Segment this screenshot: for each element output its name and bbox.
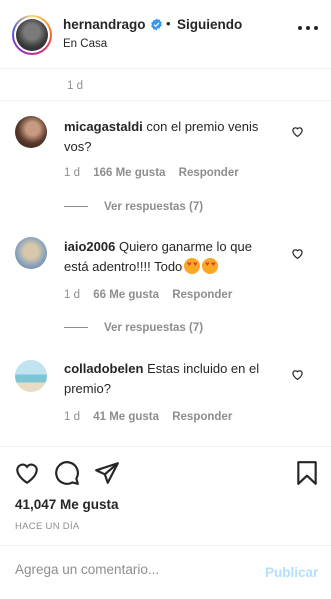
divider: [0, 100, 331, 101]
comment-text: micagastaldi con el premio venis vos?: [64, 117, 279, 157]
post-location[interactable]: En Casa: [63, 38, 107, 50]
author-avatar[interactable]: [12, 15, 52, 55]
commenter-username[interactable]: micagastaldi: [64, 119, 143, 134]
more-icon[interactable]: [297, 25, 319, 31]
comment-body: con el premio venis: [146, 119, 259, 134]
view-replies-button[interactable]: Ver respuestas (7): [64, 322, 203, 334]
comment-icon[interactable]: [54, 460, 80, 486]
commenter-username[interactable]: iaio2006: [64, 239, 115, 254]
comment-body: Estas incluido en el: [147, 361, 260, 376]
comment-age: 1 d: [64, 411, 80, 423]
star-eyes-emoji-icon: [184, 258, 201, 274]
commenter-username[interactable]: colladobelen: [64, 361, 143, 376]
add-comment-input[interactable]: [15, 562, 250, 577]
comment-age: 1 d: [64, 167, 80, 179]
reply-button[interactable]: Responder: [172, 289, 232, 301]
following-button[interactable]: Siguiendo: [177, 17, 242, 32]
comment-age: 1 d: [67, 80, 83, 92]
author-username[interactable]: hernandrago: [63, 17, 146, 32]
heart-icon[interactable]: [291, 125, 304, 138]
comment-meta: 1 d 41 Me gusta Responder: [64, 411, 242, 423]
comment-likes[interactable]: 166 Me gusta: [93, 167, 165, 179]
bookmark-icon[interactable]: [294, 460, 320, 486]
share-icon[interactable]: [94, 460, 120, 486]
header-separator: •: [166, 16, 171, 31]
post-timestamp: HACE UN DÍA: [15, 521, 80, 532]
replies-line: [64, 327, 88, 329]
comment-meta: 1 d 166 Me gusta Responder: [64, 167, 249, 179]
commenter-avatar[interactable]: [15, 237, 47, 269]
view-replies-label: Ver respuestas (7): [104, 201, 204, 213]
like-post-heart-icon[interactable]: [14, 460, 40, 486]
comment-body: premio?: [64, 381, 111, 396]
comment-body: Quiero ganarme lo que: [118, 239, 252, 254]
view-replies-button[interactable]: Ver respuestas (7): [64, 201, 203, 213]
comment-meta: 1 d 66 Me gusta Responder: [64, 289, 242, 301]
comment-likes[interactable]: 41 Me gusta: [93, 411, 159, 423]
comment-body: vos?: [64, 139, 92, 154]
reply-button[interactable]: Responder: [172, 411, 232, 423]
post-header: hernandrago • Siguiendo En Casa: [0, 0, 331, 69]
post-likes-count[interactable]: 41,047 Me gusta: [15, 497, 119, 512]
commenter-avatar[interactable]: [15, 116, 47, 148]
reply-button[interactable]: Responder: [179, 167, 239, 179]
star-eyes-emoji-icon: [202, 258, 219, 274]
comment-body: está adentro!!!! Todo: [64, 259, 183, 274]
heart-icon[interactable]: [291, 368, 304, 381]
view-replies-label: Ver respuestas (7): [104, 322, 204, 334]
author-avatar-image: [16, 19, 48, 51]
comment-age: 1 d: [64, 289, 80, 301]
divider: [0, 545, 331, 546]
comment-text: colladobelen Estas incluido en el premio…: [64, 359, 279, 399]
publish-button[interactable]: Publicar: [265, 565, 318, 580]
heart-icon[interactable]: [291, 247, 304, 260]
comment-likes[interactable]: 66 Me gusta: [93, 289, 159, 301]
verified-badge-icon: [151, 18, 162, 31]
divider: [0, 446, 331, 447]
comment-text: iaio2006 Quiero ganarme lo que está aden…: [64, 237, 279, 277]
commenter-avatar[interactable]: [15, 360, 47, 392]
replies-line: [64, 206, 88, 208]
